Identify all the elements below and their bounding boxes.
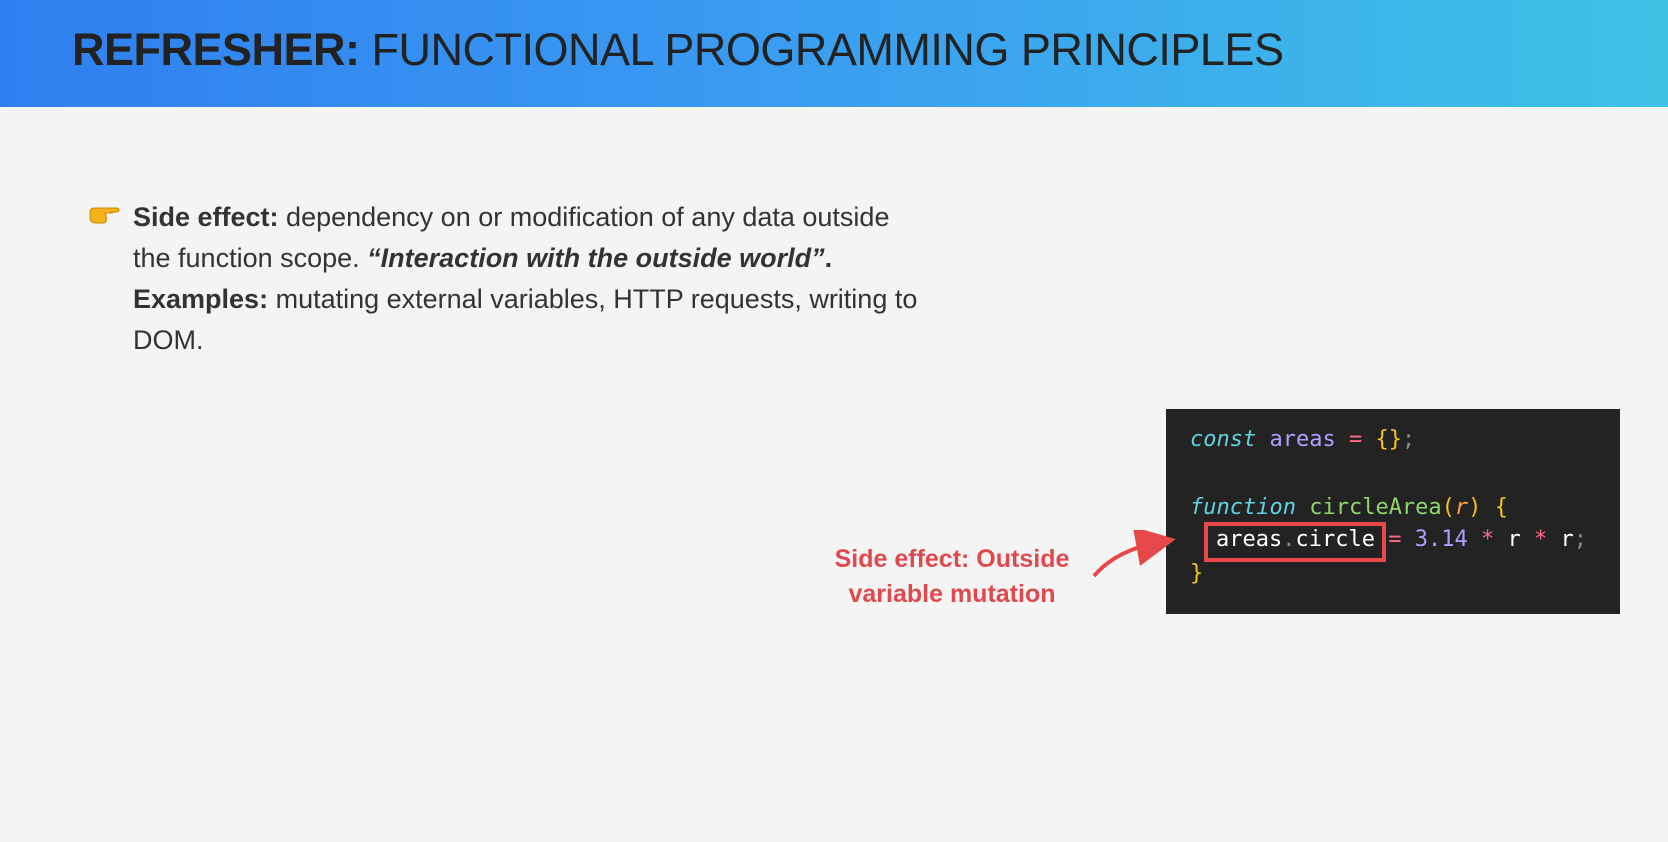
quote-text: “Interaction with the outside world” <box>367 243 825 273</box>
paren: ( <box>1441 495 1455 520</box>
dot: . <box>1282 527 1296 552</box>
semicolon: ; <box>1573 527 1587 552</box>
identifier: areas <box>1216 527 1283 552</box>
side-effect-paragraph: Side effect: dependency on or modificati… <box>133 197 923 361</box>
identifier: r <box>1507 527 1521 552</box>
paren: ) <box>1468 495 1482 520</box>
function-name: circleArea <box>1309 495 1442 520</box>
operator: * <box>1480 527 1495 552</box>
keyword: function <box>1190 495 1296 520</box>
pointing-hand-icon <box>89 207 120 224</box>
page-title: REFRESHER: FUNCTIONAL PROGRAMMING PRINCI… <box>72 24 1284 76</box>
term-label: Side effect: <box>133 202 279 232</box>
param: r <box>1454 495 1469 520</box>
operator: = <box>1388 527 1402 552</box>
code-line-3: areas.circle = 3.14 * r * r; <box>1216 527 1587 552</box>
examples-label: Examples: <box>133 284 269 314</box>
number: 3.14 <box>1414 527 1468 552</box>
identifier: r <box>1560 527 1574 552</box>
keyword: const <box>1190 427 1257 452</box>
annotation-label: Side effect: Outside variable mutation <box>834 545 1070 608</box>
punctuation: . <box>824 243 833 273</box>
brace: {} <box>1375 427 1402 452</box>
annotation-arrow-icon <box>1092 530 1176 578</box>
semicolon: ; <box>1401 427 1416 452</box>
identifier: areas <box>1269 427 1336 452</box>
title-rest: FUNCTIONAL PROGRAMMING PRINCIPLES <box>359 24 1284 75</box>
operator: = <box>1348 427 1363 452</box>
property: circle <box>1295 527 1375 552</box>
brace: { <box>1494 495 1508 520</box>
code-line-2: function circleArea(r) { <box>1190 495 1508 520</box>
code-block: const areas = {}; function circleArea(r)… <box>1166 409 1620 614</box>
title-bold: REFRESHER: <box>72 24 360 75</box>
header-banner: REFRESHER: FUNCTIONAL PROGRAMMING PRINCI… <box>0 0 1668 107</box>
operator: * <box>1533 527 1548 552</box>
code-line-1: const areas = {}; <box>1190 427 1415 452</box>
